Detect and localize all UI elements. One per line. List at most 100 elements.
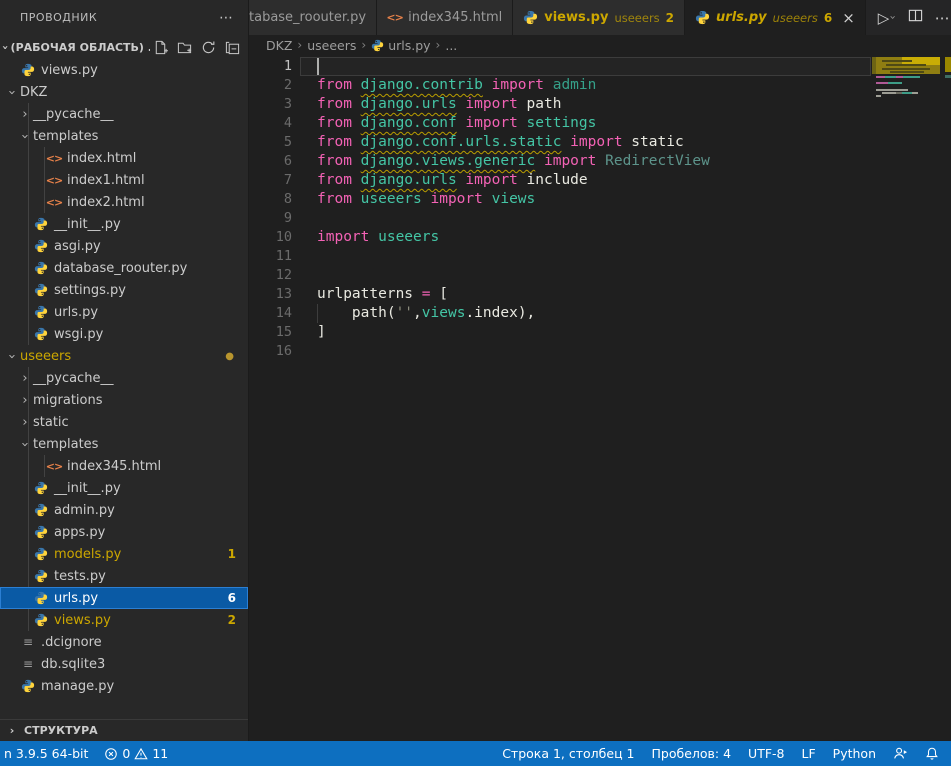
tab-index345.html[interactable]: <>index345.html bbox=[377, 0, 513, 35]
code-line-4[interactable]: 4from django.conf import settings bbox=[249, 114, 951, 133]
tree-item-db.sqlite3[interactable]: ≡db.sqlite3 bbox=[0, 653, 248, 675]
tree-item-__pycache__[interactable]: ›__pycache__ bbox=[0, 367, 248, 389]
chevron-right-icon: › bbox=[4, 724, 20, 737]
breadcrumb-item[interactable]: urls.py bbox=[371, 38, 430, 53]
chevron-down-icon[interactable]: › bbox=[17, 437, 33, 452]
tree-item-templates[interactable]: ›templates bbox=[0, 433, 248, 455]
breadcrumb-separator-icon: › bbox=[361, 38, 366, 52]
code-line-15[interactable]: 15] bbox=[249, 323, 951, 342]
code-line-9[interactable]: 9 bbox=[249, 209, 951, 228]
code-line-6[interactable]: 6from django.views.generic import Redire… bbox=[249, 152, 951, 171]
code-line-13[interactable]: 13urlpatterns = [ bbox=[249, 285, 951, 304]
workspace-section-header[interactable]: › (РАБОЧАЯ ОБЛАСТЬ) ... bbox=[0, 35, 248, 59]
tree-item-DKZ[interactable]: ›DKZ bbox=[0, 81, 248, 103]
code-line-3[interactable]: 3from django.urls import path bbox=[249, 95, 951, 114]
notifications-bell-icon[interactable] bbox=[925, 746, 939, 761]
code-line-16[interactable]: 16 bbox=[249, 342, 951, 361]
workspace-section-actions bbox=[153, 40, 240, 55]
breadcrumb-item[interactable]: DKZ bbox=[266, 38, 292, 53]
tree-item-tests.py[interactable]: tests.py bbox=[0, 565, 248, 587]
code-line-5[interactable]: 5from django.conf.urls.static import sta… bbox=[249, 133, 951, 152]
chevron-right-icon[interactable]: › bbox=[17, 393, 33, 408]
breadcrumb-item[interactable]: useeers bbox=[307, 38, 356, 53]
chevron-down-icon[interactable]: › bbox=[4, 349, 20, 364]
minimap[interactable] bbox=[872, 55, 951, 741]
tree-item-useeers[interactable]: ›useeers● bbox=[0, 345, 248, 367]
tree-item-.dcignore[interactable]: ≡.dcignore bbox=[0, 631, 248, 653]
tab-label: tabase_roouter.py bbox=[249, 10, 366, 25]
plain-file-icon: ≡ bbox=[20, 656, 36, 672]
encoding-item[interactable]: UTF-8 bbox=[748, 746, 784, 761]
chevron-down-icon[interactable]: › bbox=[17, 129, 33, 144]
code-editor[interactable]: 12from django.contrib import admin3from … bbox=[249, 55, 951, 741]
new-file-icon[interactable] bbox=[153, 40, 168, 55]
code-line-10[interactable]: 10import useeers bbox=[249, 228, 951, 247]
tree-item-database_roouter.py[interactable]: database_roouter.py bbox=[0, 257, 248, 279]
code-line-1[interactable]: 1 bbox=[249, 57, 951, 76]
tree-item-models.py[interactable]: models.py1 bbox=[0, 543, 248, 565]
close-icon[interactable]: × bbox=[842, 9, 855, 27]
code-line-12[interactable]: 12 bbox=[249, 266, 951, 285]
tab-tabase_roouter.py[interactable]: tabase_roouter.py bbox=[249, 0, 377, 35]
python-interpreter-item[interactable]: n 3.9.5 64-bit bbox=[4, 746, 88, 761]
tree-item-views.py[interactable]: views.py bbox=[0, 59, 248, 81]
tree-item-__init__.py[interactable]: __init__.py bbox=[0, 477, 248, 499]
tree-item-asgi.py[interactable]: asgi.py bbox=[0, 235, 248, 257]
tree-item-__init__.py[interactable]: __init__.py bbox=[0, 213, 248, 235]
code-line-14[interactable]: 14 path('',views.index), bbox=[249, 304, 951, 323]
code-line-8[interactable]: 8from useeers import views bbox=[249, 190, 951, 209]
feedback-icon[interactable] bbox=[893, 746, 908, 761]
refresh-icon[interactable] bbox=[201, 40, 216, 55]
chevron-right-icon[interactable]: › bbox=[17, 371, 33, 386]
chevron-right-icon[interactable]: › bbox=[17, 415, 33, 430]
tree-item-migrations[interactable]: ›migrations bbox=[0, 389, 248, 411]
breadcrumb-label: urls.py bbox=[388, 38, 430, 53]
tab-bar: tabase_roouter.py <>index345.htmlviews.py… bbox=[249, 0, 951, 35]
tree-item-__pycache__[interactable]: ›__pycache__ bbox=[0, 103, 248, 125]
new-folder-icon[interactable] bbox=[177, 40, 192, 55]
cursor-position-item[interactable]: Строка 1, столбец 1 bbox=[502, 746, 634, 761]
tab-views.py[interactable]: views.pyuseeers2 bbox=[513, 0, 685, 35]
problems-item[interactable]: 0 11 bbox=[104, 746, 168, 761]
tree-item-index.html[interactable]: <>index.html bbox=[0, 147, 248, 169]
tree-item-index2.html[interactable]: <>index2.html bbox=[0, 191, 248, 213]
code-line-2[interactable]: 2from django.contrib import admin bbox=[249, 76, 951, 95]
tab-label: urls.py bbox=[716, 10, 767, 25]
explorer-more-actions-icon[interactable]: ⋯ bbox=[219, 10, 234, 26]
chevron-down-icon[interactable]: › bbox=[887, 15, 900, 19]
line-number: 4 bbox=[249, 114, 292, 133]
run-python-file-button[interactable]: ▷› bbox=[878, 9, 896, 27]
tree-item-label: migrations bbox=[33, 393, 103, 408]
breadcrumb[interactable]: DKZ›useeers›urls.py›... bbox=[249, 35, 951, 55]
chevron-right-icon[interactable]: › bbox=[17, 107, 33, 122]
eol-item[interactable]: LF bbox=[802, 746, 816, 761]
tree-item-views.py[interactable]: views.py2 bbox=[0, 609, 248, 631]
tree-item-manage.py[interactable]: manage.py bbox=[0, 675, 248, 697]
tree-item-templates[interactable]: ›templates bbox=[0, 125, 248, 147]
split-editor-icon[interactable] bbox=[908, 8, 923, 27]
tree-item-settings.py[interactable]: settings.py bbox=[0, 279, 248, 301]
line-number: 16 bbox=[249, 342, 292, 361]
tree-item-label: manage.py bbox=[41, 679, 114, 694]
tab-folder-description: useeers bbox=[614, 11, 659, 25]
tree-item-index345.html[interactable]: <>index345.html bbox=[0, 455, 248, 477]
more-actions-icon[interactable]: ⋯ bbox=[935, 9, 951, 27]
tree-item-wsgi.py[interactable]: wsgi.py bbox=[0, 323, 248, 345]
code-line-11[interactable]: 11 bbox=[249, 247, 951, 266]
chevron-down-icon[interactable]: › bbox=[4, 85, 20, 100]
tree-item-index1.html[interactable]: <>index1.html bbox=[0, 169, 248, 191]
language-mode-item[interactable]: Python bbox=[833, 746, 876, 761]
code-line-7[interactable]: 7from django.urls import include bbox=[249, 171, 951, 190]
tree-item-admin.py[interactable]: admin.py bbox=[0, 499, 248, 521]
tree-item-urls.py[interactable]: urls.py bbox=[0, 301, 248, 323]
tab-urls.py[interactable]: urls.pyuseeers6× bbox=[685, 0, 866, 35]
python-file-icon bbox=[20, 62, 36, 78]
indentation-item[interactable]: Пробелов: 4 bbox=[652, 746, 732, 761]
outline-section-header[interactable]: › СТРУКТУРА bbox=[0, 719, 248, 741]
breadcrumb-item[interactable]: ... bbox=[445, 38, 457, 53]
tree-item-static[interactable]: ›static bbox=[0, 411, 248, 433]
python-file-icon bbox=[695, 10, 710, 25]
tree-item-urls.py[interactable]: urls.py6 bbox=[0, 587, 248, 609]
tree-item-apps.py[interactable]: apps.py bbox=[0, 521, 248, 543]
collapse-all-icon[interactable] bbox=[225, 40, 240, 55]
